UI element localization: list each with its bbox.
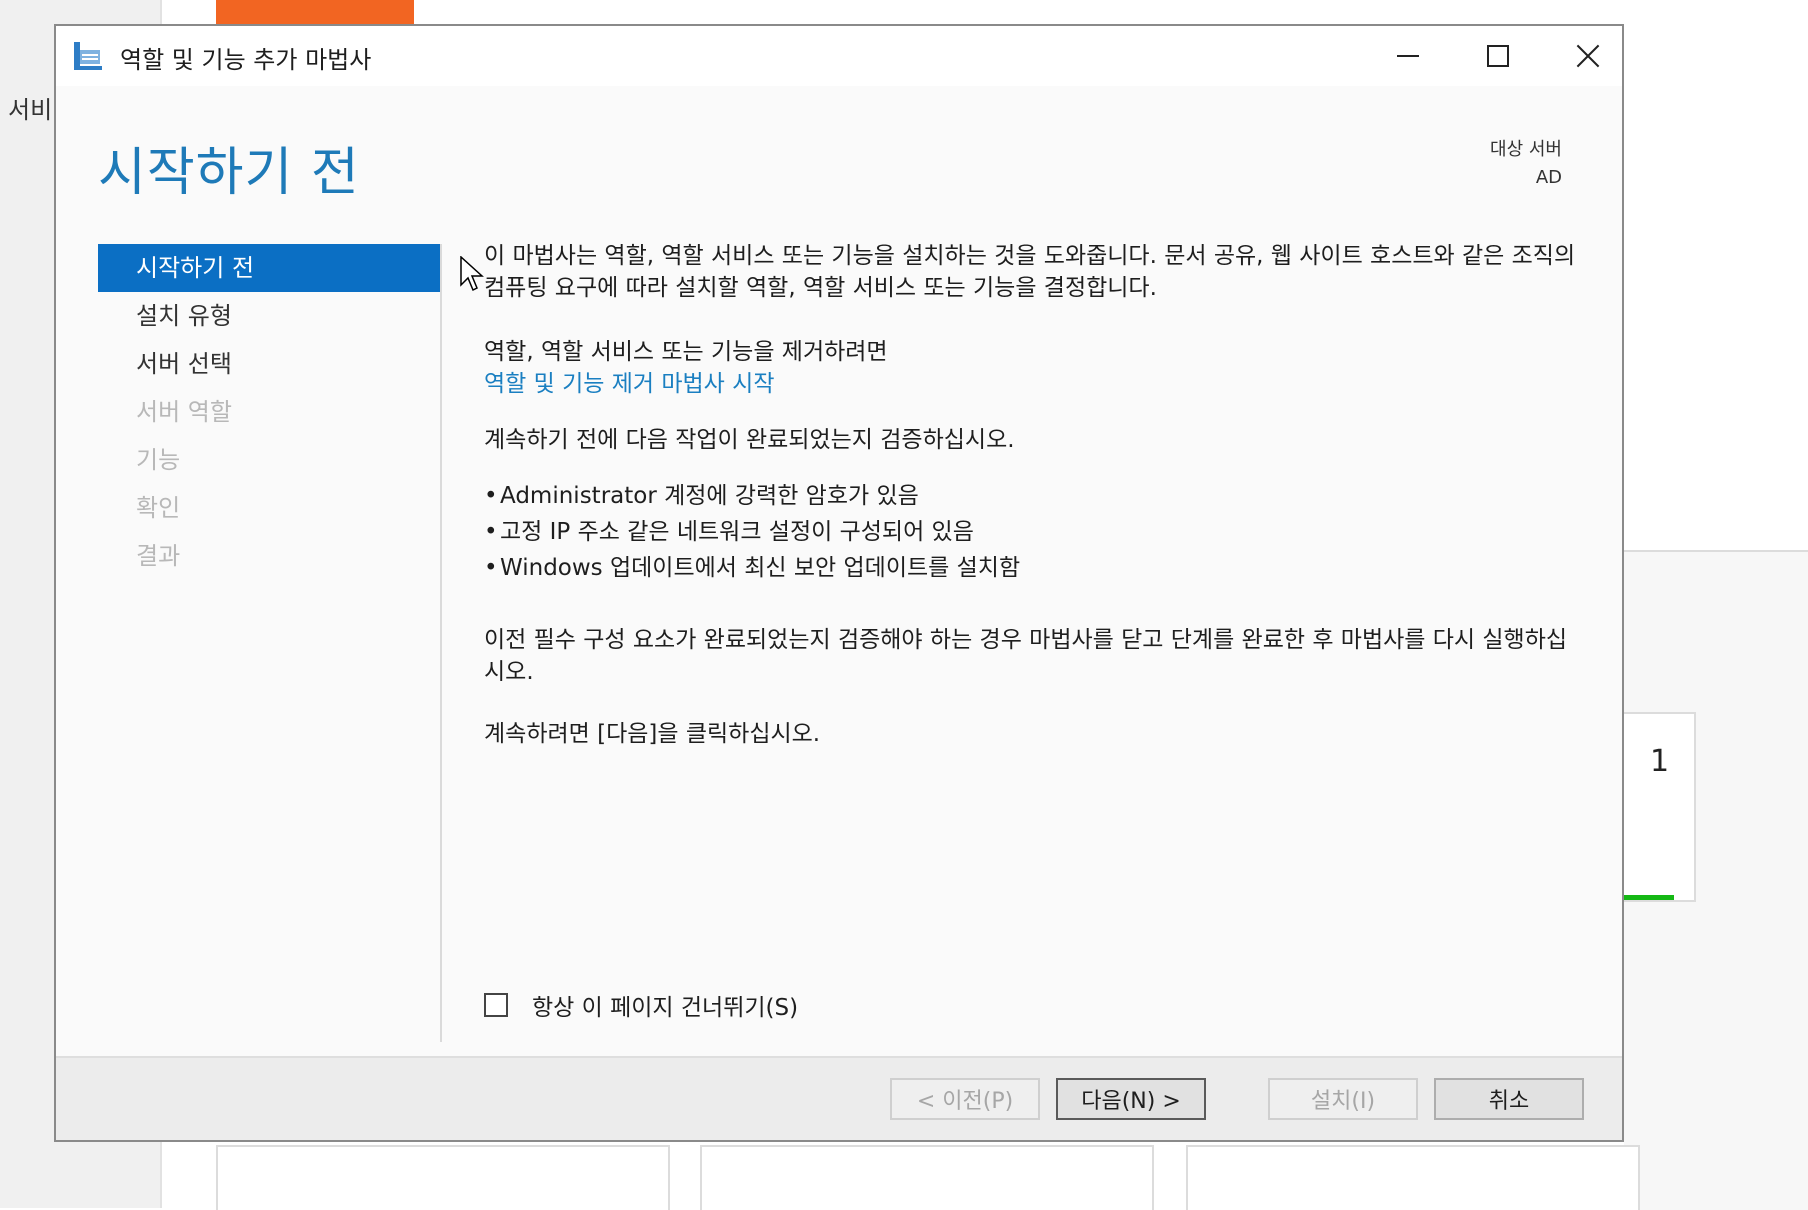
background-tile: 1 (1624, 712, 1696, 902)
background-tile-bottom (700, 1145, 1154, 1210)
target-server-label: 대상 서버 (1490, 139, 1562, 160)
nav-item-server-roles: 서버 역할 (136, 398, 232, 426)
background-orange-tab (216, 0, 414, 26)
maximize-button[interactable] (1454, 26, 1542, 86)
page-title: 시작하기 전 (98, 143, 360, 203)
list-item: Administrator 계정에 강력한 암호가 있음 (484, 478, 1020, 514)
install-button[interactable]: 설치(I) (1268, 1078, 1418, 1120)
remove-label: 역할, 역할 서비스 또는 기능을 제거하려면 (484, 339, 888, 365)
prereq-text: 이전 필수 구성 요소가 완료되었는지 검증해야 하는 경우 마법사를 닫고 단… (484, 627, 1568, 685)
list-item: 고정 IP 주소 같은 네트워크 설정이 구성되어 있음 (484, 514, 1020, 550)
background-tile-bottom (1186, 1145, 1640, 1210)
wizard-icon (74, 42, 102, 70)
nav-item-results: 결과 (136, 542, 181, 570)
minimize-icon (1397, 55, 1419, 57)
wizard-dialog: 역할 및 기능 추가 마법사 시작하기 전 대상 서버 AD 시작하기 전 설치… (54, 24, 1624, 1142)
wizard-nav: 시작하기 전 설치 유형 서버 선택 서버 역할 기능 확인 결과 (98, 244, 440, 580)
nav-item-installation-type[interactable]: 설치 유형 (98, 292, 440, 340)
nav-item-server-selection[interactable]: 서버 선택 (98, 340, 440, 388)
minimize-button[interactable] (1364, 26, 1452, 86)
next-hint: 계속하려면 [다음]을 클릭하십시오. (484, 721, 821, 747)
nav-item-before-you-begin[interactable]: 시작하기 전 (98, 244, 440, 292)
skip-page-option[interactable]: 항상 이 페이지 건너뛰기(S) (484, 988, 798, 1022)
skip-page-checkbox[interactable] (484, 993, 508, 1017)
background-tile-bottom (216, 1145, 670, 1210)
skip-page-label[interactable]: 항상 이 페이지 건너뛰기(S) (532, 988, 798, 1022)
remove-roles-link[interactable]: 역할 및 기능 제거 마법사 시작 (484, 368, 774, 400)
tile-status-bar (1624, 895, 1674, 900)
target-server: 대상 서버 AD (1490, 136, 1562, 192)
nav-item-confirmation: 확인 (136, 494, 181, 522)
verify-text: 계속하기 전에 다음 작업이 완료되었는지 검증하십시오. (484, 427, 1015, 453)
window-title: 역할 및 기능 추가 마법사 (120, 46, 372, 74)
previous-button[interactable]: < 이전(P) (890, 1078, 1040, 1120)
mouse-cursor-icon (460, 256, 484, 292)
next-button[interactable]: 다음(N) > (1056, 1078, 1206, 1120)
title-bar[interactable]: 역할 및 기능 추가 마법사 (56, 26, 1622, 86)
maximize-icon (1487, 45, 1509, 67)
nav-separator (440, 244, 442, 1042)
target-server-value: AD (1535, 167, 1562, 188)
close-button[interactable] (1544, 26, 1632, 86)
button-bar: < 이전(P) 다음(N) > 설치(I) 취소 (56, 1056, 1622, 1140)
tile-number: 1 (1650, 744, 1670, 779)
background-sidebar-text: 서비 (8, 96, 53, 124)
prerequisite-list: Administrator 계정에 강력한 암호가 있음 고정 IP 주소 같은… (484, 478, 1020, 586)
close-icon (1576, 44, 1600, 68)
nav-item-features: 기능 (136, 446, 181, 474)
list-item: Windows 업데이트에서 최신 보안 업데이트를 설치함 (484, 550, 1020, 586)
cancel-button[interactable]: 취소 (1434, 1078, 1584, 1120)
intro-text: 이 마법사는 역할, 역할 서비스 또는 기능을 설치하는 것을 도와줍니다. … (484, 243, 1576, 301)
